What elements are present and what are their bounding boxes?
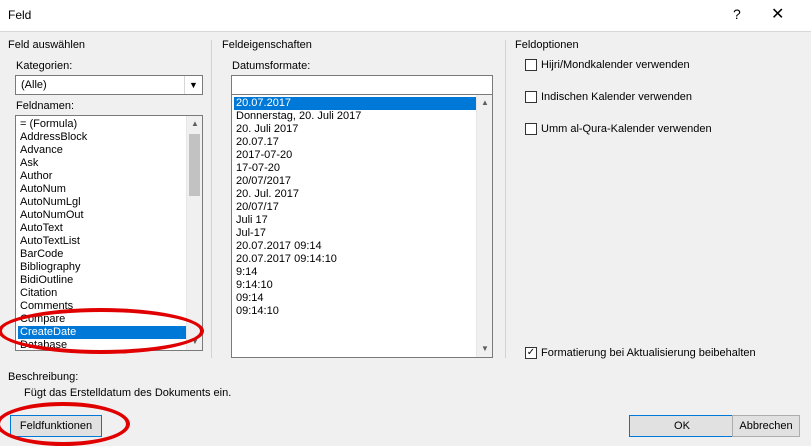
option-hijri-label: Hijri/Mondkalender verwenden xyxy=(541,59,690,71)
scroll-down-icon[interactable]: ▼ xyxy=(477,341,492,357)
list-item[interactable]: 20.07.2017 xyxy=(234,97,476,110)
group-select-field: Feld auswählen xyxy=(8,39,86,51)
option-keep-format[interactable]: ✓ Formatierung bei Aktualisierung beibeh… xyxy=(525,347,756,359)
separator-right xyxy=(505,40,506,358)
checkbox-checked[interactable]: ✓ xyxy=(525,347,537,359)
list-item[interactable]: AutoNumLgl xyxy=(18,196,186,209)
scroll-up-icon[interactable]: ▲ xyxy=(187,116,202,132)
list-item[interactable]: BidiOutline xyxy=(18,274,186,287)
list-item[interactable]: Database xyxy=(18,339,186,350)
title-bar: Feld ? ✕ xyxy=(0,0,811,32)
field-names-label: Feldnamen: xyxy=(16,100,75,112)
list-item[interactable]: 20/07/2017 xyxy=(234,175,476,188)
date-format-input[interactable] xyxy=(231,75,493,95)
option-indian-label: Indischen Kalender verwenden xyxy=(541,91,693,103)
separator-left xyxy=(211,40,212,358)
checkbox[interactable] xyxy=(525,123,537,135)
window-title: Feld xyxy=(8,8,32,22)
categories-value: (Alle) xyxy=(21,79,47,91)
list-item[interactable]: Juli 17 xyxy=(234,214,476,227)
cancel-button[interactable]: Abbrechen xyxy=(732,415,800,437)
list-item[interactable]: Advance xyxy=(18,144,186,157)
close-button[interactable]: ✕ xyxy=(771,4,784,24)
ok-button[interactable]: OK xyxy=(629,415,735,437)
list-item[interactable]: Jul-17 xyxy=(234,227,476,240)
list-item[interactable]: 17-07-20 xyxy=(234,162,476,175)
list-item[interactable]: BarCode xyxy=(18,248,186,261)
list-item[interactable]: Bibliography xyxy=(18,261,186,274)
date-formats-items: 20.07.2017 Donnerstag, 20. Juli 2017 20. J… xyxy=(234,97,476,318)
date-formats-label: Datumsformate: xyxy=(232,60,311,72)
list-item[interactable]: 2017-07-20 xyxy=(234,149,476,162)
list-item[interactable]: AutoText xyxy=(18,222,186,235)
date-formats-scrollbar[interactable]: ▲ ▼ xyxy=(476,95,492,357)
field-names-list[interactable]: = (Formula) AddressBlock Advance Ask Author A… xyxy=(15,115,203,351)
list-item[interactable]: 20.07.2017 09:14 xyxy=(234,240,476,253)
list-item[interactable]: 9:14 xyxy=(234,266,476,279)
scroll-down-icon[interactable]: ▼ xyxy=(187,334,202,350)
list-item[interactable]: AutoNumOut xyxy=(18,209,186,222)
list-item[interactable]: AutoTextList xyxy=(18,235,186,248)
list-item[interactable]: 9:14:10 xyxy=(234,279,476,292)
field-names-scrollbar[interactable]: ▲ ▼ xyxy=(186,116,202,350)
categories-label: Kategorien: xyxy=(16,60,73,72)
field-codes-button[interactable]: Feldfunktionen xyxy=(10,415,102,437)
list-item[interactable]: 20. Juli 2017 xyxy=(234,123,476,136)
list-item[interactable]: AddressBlock xyxy=(18,131,186,144)
list-item[interactable]: Citation xyxy=(18,287,186,300)
list-item[interactable]: Compare xyxy=(18,313,186,326)
scroll-thumb[interactable] xyxy=(189,134,200,196)
option-indian[interactable]: Indischen Kalender verwenden xyxy=(525,91,692,103)
option-umm-al-qura[interactable]: Umm al-Qura-Kalender verwenden xyxy=(525,123,712,135)
checkbox[interactable] xyxy=(525,59,537,71)
list-item[interactable]: Author xyxy=(18,170,186,183)
list-item[interactable]: 09:14:10 xyxy=(234,305,476,318)
categories-select[interactable]: (Alle) ▼ xyxy=(15,75,203,95)
list-item[interactable]: 20/07/17 xyxy=(234,201,476,214)
description-text: Fügt das Erstelldatum des Dokuments ein. xyxy=(24,387,232,399)
help-button[interactable]: ? xyxy=(733,6,741,22)
description-label: Beschreibung: xyxy=(8,371,79,383)
checkbox[interactable] xyxy=(525,91,537,103)
option-hijri[interactable]: Hijri/Mondkalender verwenden xyxy=(525,59,690,71)
list-item[interactable]: Donnerstag, 20. Juli 2017 xyxy=(234,110,476,123)
list-item[interactable]: 20.07.17 xyxy=(234,136,476,149)
list-item[interactable]: AutoNum xyxy=(18,183,186,196)
option-umm-al-qura-label: Umm al-Qura-Kalender verwenden xyxy=(541,123,712,135)
list-item[interactable]: CreateDate xyxy=(18,326,186,339)
list-item[interactable]: Ask xyxy=(18,157,186,170)
chevron-down-icon[interactable]: ▼ xyxy=(184,76,202,94)
group-field-options: Feldoptionen xyxy=(515,39,579,51)
list-item[interactable]: 20. Jul. 2017 xyxy=(234,188,476,201)
field-names-items: = (Formula) AddressBlock Advance Ask Author A… xyxy=(18,118,186,350)
scroll-up-icon[interactable]: ▲ xyxy=(477,95,492,111)
list-item[interactable]: 20.07.2017 09:14:10 xyxy=(234,253,476,266)
list-item[interactable]: 09:14 xyxy=(234,292,476,305)
option-keep-format-label: Formatierung bei Aktualisierung beibehal… xyxy=(541,347,756,359)
list-item[interactable]: = (Formula) xyxy=(18,118,186,131)
date-formats-list[interactable]: 20.07.2017 Donnerstag, 20. Juli 2017 20. J… xyxy=(231,94,493,358)
list-item[interactable]: Comments xyxy=(18,300,186,313)
group-field-properties: Feldeigenschaften xyxy=(222,39,312,51)
